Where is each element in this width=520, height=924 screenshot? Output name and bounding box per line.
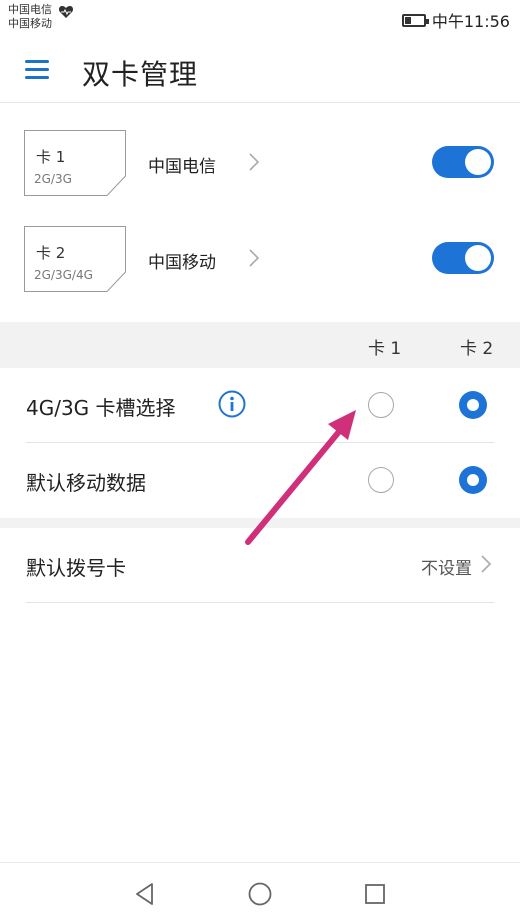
default-dial-value: 不设置 xyxy=(421,559,472,579)
column-header-card-2: 卡 2 xyxy=(460,339,494,359)
status-right: 中午11:56 xyxy=(401,8,510,32)
sim-row-2[interactable]: 卡 2 2G/3G/4G 中国移动 xyxy=(0,224,520,314)
status-bar: 中国电信 中国移动 中午11:56 xyxy=(0,0,520,38)
recent-apps-square-icon[interactable] xyxy=(360,879,390,909)
sim-2-type: 2G/3G/4G xyxy=(34,268,93,282)
info-icon[interactable] xyxy=(218,390,246,418)
sim-1-carrier[interactable]: 中国电信 xyxy=(148,152,216,177)
system-nav-bar xyxy=(0,862,520,924)
back-triangle-icon[interactable] xyxy=(130,879,160,909)
sim-1-toggle[interactable] xyxy=(432,146,494,178)
hamburger-menu-icon[interactable] xyxy=(22,56,52,84)
default-data-label: 默认移动数据 xyxy=(26,471,146,495)
health-heart-icon xyxy=(58,6,74,18)
sim-1-name: 卡 1 xyxy=(36,148,66,166)
sim-row-1[interactable]: 卡 1 2G/3G 中国电信 xyxy=(0,128,520,218)
sim-2-name: 卡 2 xyxy=(36,244,66,262)
default-data-card-1-radio[interactable] xyxy=(368,467,394,493)
sim-2-carrier[interactable]: 中国移动 xyxy=(148,248,216,273)
section-gap xyxy=(0,518,520,528)
slot-selection-card-1-radio[interactable] xyxy=(368,392,394,418)
app-bar: 双卡管理 xyxy=(0,38,520,103)
carrier-info: 中国电信 中国移动 xyxy=(8,3,52,31)
column-header-band: 卡 1 卡 2 xyxy=(0,322,520,368)
chevron-right-icon xyxy=(481,555,492,573)
sim-1-type: 2G/3G xyxy=(34,172,72,186)
slot-selection-row: 4G/3G 卡槽选择 xyxy=(0,368,520,444)
home-circle-icon[interactable] xyxy=(245,879,275,909)
column-header-card-1: 卡 1 xyxy=(368,339,402,359)
slot-selection-card-2-radio[interactable] xyxy=(459,391,487,419)
slot-selection-label: 4G/3G 卡槽选择 xyxy=(26,396,176,420)
sim-2-toggle[interactable] xyxy=(432,242,494,274)
default-dial-label: 默认拨号卡 xyxy=(26,556,126,580)
default-data-card-2-radio[interactable] xyxy=(459,466,487,494)
default-dial-row[interactable]: 默认拨号卡 不设置 xyxy=(0,528,520,604)
default-data-row: 默认移动数据 xyxy=(0,443,520,519)
page-title: 双卡管理 xyxy=(82,58,199,91)
clock: 中午11:56 xyxy=(431,12,510,31)
divider xyxy=(26,602,494,603)
battery-icon xyxy=(401,13,429,27)
chevron-right-icon xyxy=(249,153,260,171)
chevron-right-icon xyxy=(249,249,260,267)
carrier-2-label: 中国移动 xyxy=(8,17,52,30)
carrier-1-label: 中国电信 xyxy=(8,3,52,16)
